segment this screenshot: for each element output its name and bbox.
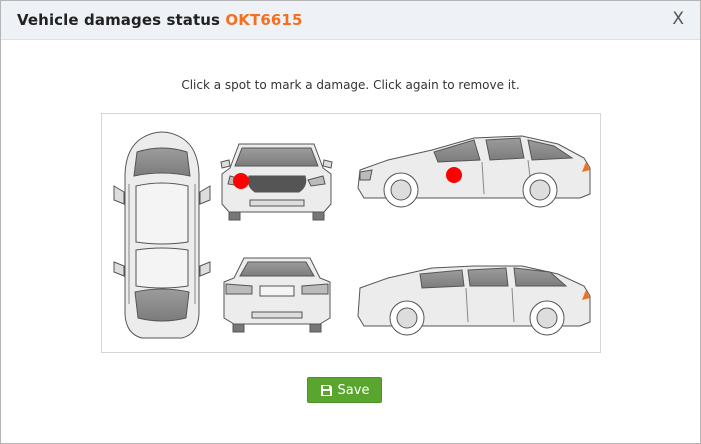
dialog-title: Vehicle damages status OKT6615 [17, 11, 302, 29]
license-plate: OKT6615 [225, 11, 303, 29]
damage-mark-front[interactable] [233, 173, 249, 189]
dialog-title-text: Vehicle damages status [17, 11, 221, 29]
vehicle-damages-dialog: Vehicle damages status OKT6615 X Click a… [0, 0, 701, 444]
car-rear-view[interactable] [223, 257, 331, 333]
instruction-text: Click a spot to mark a damage. Click aga… [181, 78, 520, 92]
car-side-view-left[interactable] [357, 265, 591, 336]
car-top-view[interactable] [113, 131, 211, 339]
damage-diagram[interactable] [101, 113, 601, 353]
car-side-view-right[interactable] [357, 135, 591, 208]
save-button-label: Save [337, 382, 370, 398]
damage-mark-side[interactable] [446, 167, 462, 183]
floppy-disk-icon [320, 384, 332, 396]
save-button[interactable]: Save [307, 377, 382, 403]
car-outline-drawing[interactable] [102, 114, 600, 352]
close-button[interactable]: X [672, 9, 684, 29]
dialog-header: Vehicle damages status OKT6615 X [1, 1, 700, 40]
